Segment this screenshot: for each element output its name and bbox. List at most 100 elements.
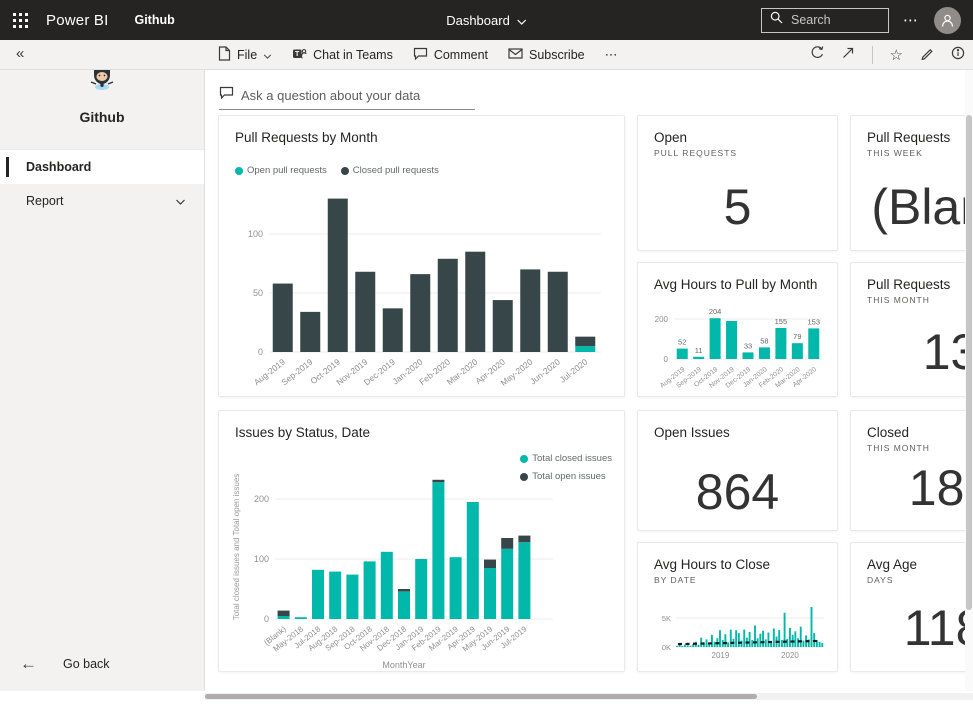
card-title: Avg Age xyxy=(867,557,965,572)
comment-button[interactable]: Comment xyxy=(413,47,488,63)
toolbar-more-icon[interactable]: ⋯ xyxy=(605,47,620,63)
svg-text:204: 204 xyxy=(709,307,722,316)
chevron-down-icon xyxy=(263,48,272,62)
card-value: (Blank) xyxy=(851,178,965,236)
comment-icon xyxy=(413,47,428,63)
svg-text:Dec-2019: Dec-2019 xyxy=(362,357,397,388)
tile-pull-requests-by-month[interactable]: Pull Requests by Month Open pull request… xyxy=(218,115,625,397)
tile-issues-by-status-date[interactable]: Issues by Status, Date Total closed issu… xyxy=(218,410,625,672)
horizontal-scrollbar-thumb[interactable] xyxy=(205,694,757,699)
bar-chart-avg-hours-pull: 020052Aug-201911Sep-2019204Oct-2019Nov-2… xyxy=(650,301,828,395)
page-selector-label: Dashboard xyxy=(446,13,510,28)
sidebar-item-report[interactable]: Report xyxy=(0,184,204,218)
workspace-name[interactable]: Github xyxy=(134,13,174,27)
search-input[interactable] xyxy=(791,13,871,27)
comment-label: Comment xyxy=(434,48,488,62)
subscribe-button[interactable]: Subscribe xyxy=(508,48,585,62)
legend-dot-open xyxy=(235,167,243,175)
svg-text:79: 79 xyxy=(793,332,801,341)
stacked-bar-chart-issues: 0100200(Blank)May-2018Jul-2018Aug-2018Se… xyxy=(229,447,613,671)
svg-text:Jul-2020: Jul-2020 xyxy=(558,357,590,385)
selected-indicator xyxy=(6,157,9,177)
vertical-scrollbar-thumb[interactable] xyxy=(966,115,972,610)
workspace-title: Github xyxy=(0,109,204,125)
more-options-icon[interactable]: ⋯ xyxy=(903,11,920,29)
tile-title: Pull Requests by Month xyxy=(235,130,608,145)
legend-dot-closed xyxy=(341,167,349,175)
card-subtitle: PULL REQUESTS xyxy=(654,148,821,158)
envelope-icon xyxy=(508,48,523,62)
svg-text:200: 200 xyxy=(655,315,669,324)
svg-text:100: 100 xyxy=(248,229,263,239)
file-menu-label: File xyxy=(237,48,257,62)
chart-legend: Open pull requests Closed pull requests xyxy=(235,165,608,176)
card-pull-requests-this-week[interactable]: Pull Requests THIS WEEK (Blank) xyxy=(850,115,965,251)
svg-text:Mar-2020: Mar-2020 xyxy=(445,357,480,387)
svg-text:2019: 2019 xyxy=(712,651,730,660)
card-value: 183 xyxy=(851,459,965,517)
card-subtitle: DAYS xyxy=(867,575,965,585)
card-avg-age-days[interactable]: Avg Age DAYS 118. xyxy=(850,542,965,672)
chevron-down-icon[interactable] xyxy=(175,194,186,208)
svg-text:0: 0 xyxy=(264,614,269,624)
svg-text:52: 52 xyxy=(678,338,686,347)
svg-text:2020: 2020 xyxy=(781,651,799,660)
svg-text:100: 100 xyxy=(254,554,269,564)
sidebar-item-label: Dashboard xyxy=(26,160,91,174)
card-title: Pull Requests xyxy=(867,277,965,292)
dashboard-toolbar: « File T Chat in Teams xyxy=(0,40,973,70)
card-open-issues[interactable]: Open Issues 864 xyxy=(637,410,838,531)
top-app-bar: Power BI Github Dashboard ⋯ xyxy=(0,0,973,40)
workspace-avatar-octocat xyxy=(87,79,117,96)
vertical-scrollbar[interactable] xyxy=(965,70,973,691)
svg-text:11: 11 xyxy=(695,346,703,355)
edit-pencil-icon[interactable] xyxy=(920,46,934,65)
search-box[interactable] xyxy=(761,8,889,33)
svg-text:0: 0 xyxy=(258,347,263,357)
card-value: 13 xyxy=(851,323,965,381)
sidebar-item-dashboard[interactable]: Dashboard xyxy=(0,150,204,184)
card-closed-this-month[interactable]: Closed THIS MONTH 183 xyxy=(850,410,965,531)
card-open-pull-requests[interactable]: Open PULL REQUESTS 5 xyxy=(637,115,838,251)
tile-avg-hours-to-close[interactable]: Avg Hours to Close BY DATE 0K5K20192020 xyxy=(637,542,838,672)
svg-text:Total closed issues and Total: Total closed issues and Total open issue… xyxy=(232,474,241,621)
svg-text:153: 153 xyxy=(808,317,821,326)
legend-label: Open pull requests xyxy=(247,165,327,176)
refresh-icon[interactable] xyxy=(809,45,824,65)
file-menu-button[interactable]: File xyxy=(218,46,272,64)
svg-text:33: 33 xyxy=(744,341,752,350)
svg-text:200: 200 xyxy=(254,494,269,504)
waffle-menu-icon[interactable] xyxy=(0,0,40,40)
card-subtitle: THIS WEEK xyxy=(867,148,965,158)
card-value: 5 xyxy=(638,178,837,236)
page-selector[interactable]: Dashboard xyxy=(446,13,527,28)
speech-bubble-icon xyxy=(219,86,234,104)
tile-avg-hours-to-pull[interactable]: Avg Hours to Pull by Month 020052Aug-201… xyxy=(637,262,838,397)
tile-title: Avg Hours to Close xyxy=(654,557,821,572)
svg-text:5K: 5K xyxy=(662,614,671,623)
collapse-pane-icon[interactable]: « xyxy=(16,45,24,62)
chat-in-teams-button[interactable]: T Chat in Teams xyxy=(292,47,393,64)
chat-in-teams-label: Chat in Teams xyxy=(313,48,393,62)
qa-input[interactable] xyxy=(241,88,461,103)
tile-title: Issues by Status, Date xyxy=(235,425,608,440)
favorite-star-icon[interactable]: ☆ xyxy=(890,46,903,64)
user-avatar[interactable] xyxy=(934,7,961,34)
legend-label: Closed pull requests xyxy=(353,165,439,176)
horizontal-scrollbar[interactable] xyxy=(205,693,973,700)
qa-question-bar[interactable] xyxy=(219,86,475,110)
card-title: Open xyxy=(654,130,821,145)
card-title: Open Issues xyxy=(654,425,821,440)
spark-chart-avg-hours-close: 0K5K20192020 xyxy=(650,593,830,665)
go-back-button[interactable]: ← Go back xyxy=(0,647,204,681)
svg-text:50: 50 xyxy=(253,288,263,298)
app-title[interactable]: Power BI xyxy=(46,12,108,29)
card-subtitle: THIS MONTH xyxy=(867,443,965,453)
card-pull-requests-this-month[interactable]: Pull Requests THIS MONTH 13 xyxy=(850,262,965,397)
focus-mode-icon[interactable] xyxy=(841,46,855,65)
go-back-label: Go back xyxy=(63,657,110,671)
info-icon[interactable] xyxy=(951,46,965,65)
svg-text:155: 155 xyxy=(775,317,788,326)
dashboard-canvas: Pull Requests by Month Open pull request… xyxy=(205,70,965,691)
card-subtitle: THIS MONTH xyxy=(867,295,965,305)
